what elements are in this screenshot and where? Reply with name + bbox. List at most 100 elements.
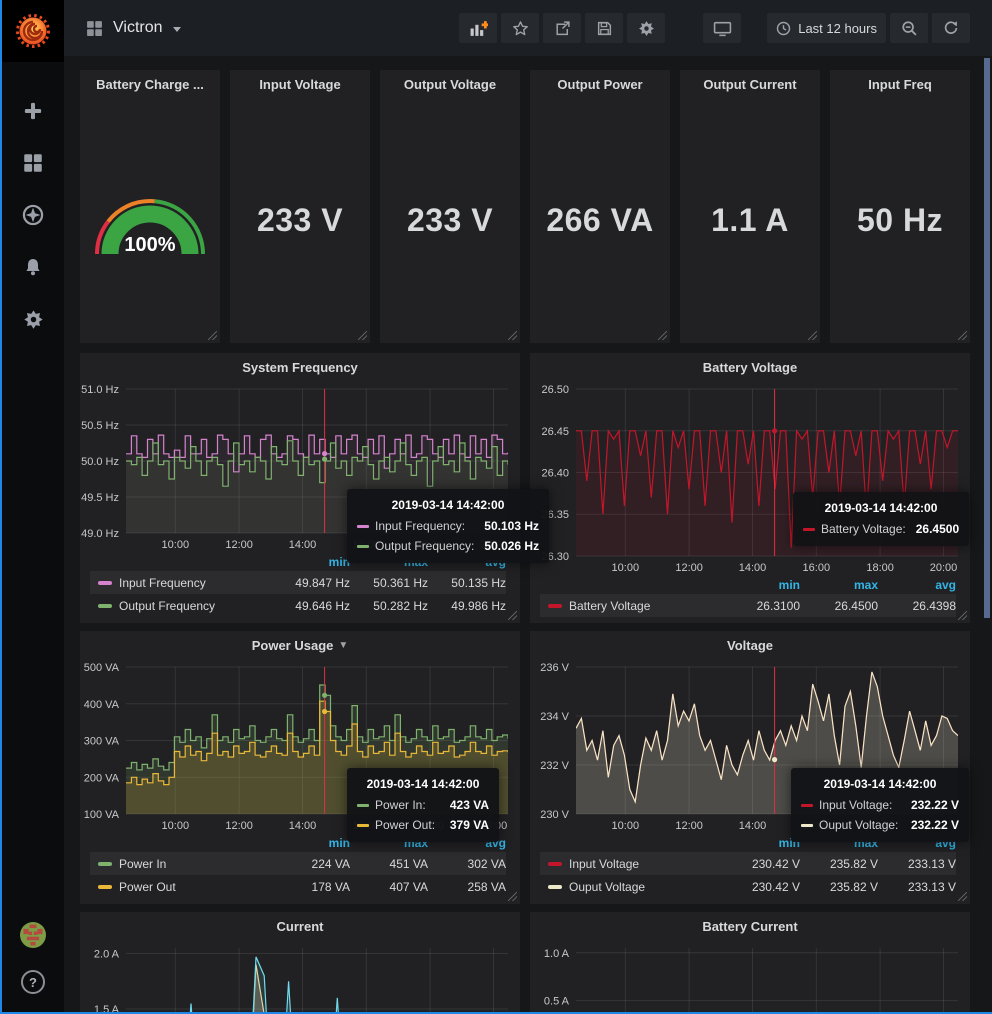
series-label[interactable]: Input Voltage	[569, 857, 722, 871]
panel-battery-voltage: Battery Voltage 10:0012:0014:0016:0018:0…	[530, 353, 970, 623]
panel-title[interactable]: Current	[80, 912, 520, 940]
legend-row: Ouput Voltage 230.42 V 235.82 V 233.13 V	[540, 875, 956, 898]
side-menu: ?	[2, 0, 64, 1012]
time-series-chart[interactable]: 10:0012:0014:0016:0018:0020:002.0 A1.5 A	[80, 940, 520, 1012]
panel-title[interactable]: Output Voltage	[380, 70, 520, 98]
zoom-out-time-button[interactable]	[890, 13, 928, 43]
series-swatch[interactable]	[548, 885, 562, 889]
svg-text:16:00: 16:00	[803, 562, 831, 574]
series-swatch[interactable]	[98, 604, 112, 608]
zoom-out-icon	[901, 20, 918, 37]
series-label[interactable]: Ouput Voltage	[569, 880, 722, 894]
legend-row: Power Out 178 VA 407 VA 258 VA	[90, 875, 506, 898]
stat-value: 266 VA	[546, 202, 653, 239]
time-range-picker[interactable]: Last 12 hours	[767, 13, 886, 43]
series-swatch[interactable]	[98, 581, 112, 585]
legend-max: 235.82 V	[800, 880, 878, 894]
series-label[interactable]: Power In	[119, 857, 272, 871]
series-label[interactable]: Input Frequency	[119, 576, 272, 590]
series-swatch[interactable]	[548, 862, 562, 866]
panel-title[interactable]: Power Usage▼	[80, 631, 520, 659]
svg-text:49.0 Hz: 49.0 Hz	[81, 528, 119, 540]
series-label[interactable]: Power Out	[119, 880, 272, 894]
legend-avg: 258 VA	[428, 880, 506, 894]
sidebar-item-configuration[interactable]	[20, 306, 46, 332]
legend-sort-min[interactable]: min	[272, 555, 350, 569]
time-series-chart[interactable]: 10:0012:0014:0016:0018:0020:001.0 A0.5 A	[530, 940, 970, 1012]
svg-text:10:00: 10:00	[162, 539, 190, 551]
time-series-chart[interactable]: 10:0012:0014:0016:0018:0020:0026.5026.45…	[530, 381, 970, 576]
series-swatch[interactable]	[98, 885, 112, 889]
svg-text:100 VA: 100 VA	[84, 809, 120, 821]
series-label[interactable]: Output Frequency	[119, 599, 272, 613]
share-dashboard-button[interactable]	[543, 13, 581, 43]
grafana-logo[interactable]	[2, 0, 64, 62]
svg-text:20:00: 20:00	[930, 562, 958, 574]
series-swatch	[803, 528, 815, 531]
save-dashboard-button[interactable]	[585, 13, 623, 43]
legend-row: Output Frequency 49.646 Hz 50.282 Hz 49.…	[90, 594, 506, 617]
tv-icon	[713, 20, 732, 37]
legend-sort-max[interactable]: max	[800, 578, 878, 592]
panel-title[interactable]: Battery Charge ...	[80, 70, 220, 98]
svg-text:12:00: 12:00	[675, 820, 703, 832]
stat-value: 1.1 A	[711, 202, 789, 239]
settings-gear-icon	[638, 20, 655, 37]
dashboards-grid-icon	[23, 153, 43, 173]
svg-text:10:00: 10:00	[162, 820, 190, 832]
svg-text:2.0 A: 2.0 A	[94, 949, 120, 961]
series-swatch	[357, 525, 369, 528]
series-swatch[interactable]	[548, 604, 562, 608]
legend-row: Battery Voltage 26.3100 26.4500 26.4398	[540, 594, 956, 617]
dashboard-navbar: Victron	[64, 0, 992, 56]
svg-text:0.5 A: 0.5 A	[544, 996, 570, 1008]
panel-title[interactable]: Voltage	[530, 631, 970, 659]
cycle-view-mode-button[interactable]	[703, 13, 741, 43]
legend-min: 49.646 Hz	[272, 599, 350, 613]
add-menu-item[interactable]	[20, 98, 46, 124]
gauge-body[interactable]: 100%	[80, 98, 220, 343]
panel-title[interactable]: Output Power	[530, 70, 670, 98]
main-view: Victron	[64, 0, 992, 1012]
panel-output-power: Output Power 266 VA	[530, 70, 670, 343]
add-panel-button[interactable]	[459, 13, 497, 43]
series-swatch[interactable]	[98, 862, 112, 866]
panel-title[interactable]: Output Current	[680, 70, 820, 98]
series-label[interactable]: Battery Voltage	[569, 599, 722, 613]
legend-avg: 26.4398	[878, 599, 956, 613]
dashboard-settings-button[interactable]	[627, 13, 665, 43]
legend-table: min max avg Input Voltage 230.42 V 235.8…	[530, 834, 970, 904]
legend-sort-min[interactable]: min	[272, 836, 350, 850]
legend-sort-avg[interactable]: avg	[878, 578, 956, 592]
user-avatar[interactable]	[20, 922, 46, 948]
sidebar-item-alerting[interactable]	[20, 254, 46, 280]
legend-avg: 302 VA	[428, 857, 506, 871]
plus-icon	[23, 101, 43, 121]
sidebar-item-explore[interactable]	[20, 202, 46, 228]
dashboard-title-picker[interactable]: Victron	[86, 19, 181, 37]
svg-text:12:00: 12:00	[225, 539, 253, 551]
star-dashboard-button[interactable]	[501, 13, 539, 43]
panel-current: Current 10:0012:0014:0016:0018:0020:002.…	[80, 912, 520, 1012]
scrollbar-thumb[interactable]	[984, 58, 990, 618]
sidebar-item-dashboards[interactable]	[20, 150, 46, 176]
panel-title[interactable]: System Frequency	[80, 353, 520, 381]
panel-output-current: Output Current 1.1 A	[680, 70, 820, 343]
svg-text:500 VA: 500 VA	[84, 662, 120, 674]
graph-tooltip-battery-voltage: 2019-03-14 14:42:00 Battery Voltage:26.4…	[793, 492, 969, 546]
panel-title[interactable]: Input Voltage	[230, 70, 370, 98]
panel-title[interactable]: Battery Current	[530, 912, 970, 940]
panel-title[interactable]: Input Freq	[830, 70, 970, 98]
page-title: Victron	[113, 19, 163, 37]
refresh-button[interactable]	[932, 13, 970, 43]
svg-text:26.45: 26.45	[541, 426, 569, 438]
help-icon[interactable]: ?	[21, 970, 45, 994]
legend-sort-min[interactable]: min	[722, 578, 800, 592]
legend-min: 178 VA	[272, 880, 350, 894]
legend-max: 50.361 Hz	[350, 576, 428, 590]
legend-sort-min[interactable]: min	[722, 836, 800, 850]
panel-title[interactable]: Battery Voltage	[530, 353, 970, 381]
panel-battery-charge: Battery Charge ... 100%	[80, 70, 220, 343]
explore-compass-icon	[22, 204, 44, 226]
svg-text:300 VA: 300 VA	[84, 736, 120, 748]
